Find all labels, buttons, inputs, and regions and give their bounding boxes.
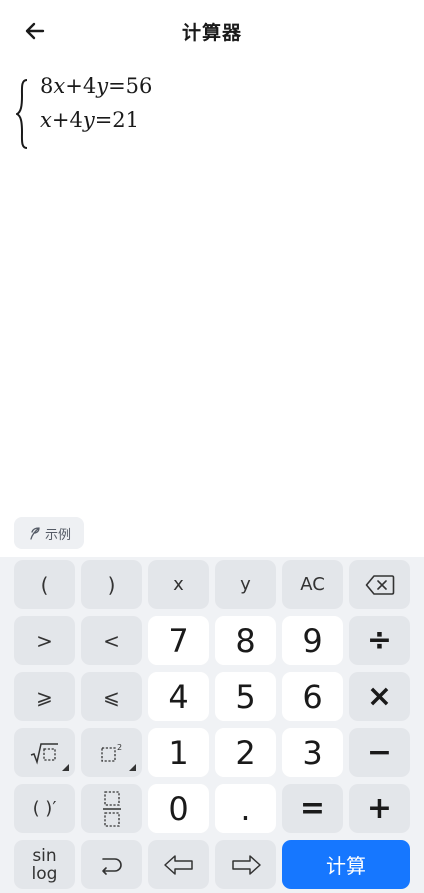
key-minus[interactable]: − bbox=[349, 728, 410, 777]
key-less-equal[interactable]: ⩽ bbox=[81, 672, 142, 721]
example-label: 示例 bbox=[44, 527, 71, 543]
key-label: . bbox=[240, 789, 251, 828]
key-label: = bbox=[299, 791, 326, 826]
equation-line-1: 8x+4y=56 bbox=[40, 74, 152, 98]
key-right-paren[interactable]: ) bbox=[81, 560, 142, 609]
equation-variable: x bbox=[40, 108, 52, 132]
example-button[interactable]: 示例 bbox=[14, 517, 84, 549]
key-equals[interactable]: = bbox=[282, 784, 343, 833]
key-greater-than[interactable]: > bbox=[14, 616, 75, 665]
key-power[interactable]: 2 bbox=[81, 728, 142, 777]
equation-text: +4 bbox=[51, 108, 83, 132]
key-left-paren[interactable]: ( bbox=[14, 560, 75, 609]
key-7[interactable]: 7 bbox=[148, 616, 209, 665]
key-label: < bbox=[103, 628, 120, 653]
key-label: 4 bbox=[168, 677, 189, 716]
calculate-button[interactable]: 计算 bbox=[282, 840, 410, 889]
equation-line-2: x+4y=21 bbox=[40, 108, 139, 132]
equation-variable: y bbox=[82, 108, 95, 132]
key-derivative[interactable]: ( )′ bbox=[14, 784, 75, 833]
power-icon: 2 bbox=[98, 741, 126, 765]
key-label: ( )′ bbox=[32, 798, 57, 819]
key-label: ÷ bbox=[366, 623, 393, 658]
key-fraction[interactable] bbox=[81, 784, 142, 833]
key-plus[interactable]: + bbox=[349, 784, 410, 833]
left-brace-symbol bbox=[16, 79, 28, 149]
key-label: 6 bbox=[302, 677, 323, 716]
fraction-icon bbox=[101, 790, 123, 828]
key-label: x bbox=[173, 574, 184, 595]
key-label: 7 bbox=[168, 621, 189, 660]
key-label: 2 bbox=[235, 733, 256, 772]
key-label: ⩾ bbox=[36, 684, 53, 709]
more-options-corner bbox=[62, 764, 69, 771]
key-all-clear[interactable]: AC bbox=[282, 560, 343, 609]
key-divide[interactable]: ÷ bbox=[349, 616, 410, 665]
more-options-corner bbox=[129, 764, 136, 771]
key-cursor-right[interactable] bbox=[215, 840, 276, 889]
key-label: AC bbox=[300, 574, 325, 595]
header: 计算器 bbox=[0, 0, 424, 62]
key-6[interactable]: 6 bbox=[282, 672, 343, 721]
calculate-label: 计算 bbox=[326, 854, 366, 878]
key-label: 9 bbox=[302, 621, 323, 660]
key-1[interactable]: 1 bbox=[148, 728, 209, 777]
key-3[interactable]: 3 bbox=[282, 728, 343, 777]
key-sin-log[interactable]: sin log bbox=[14, 840, 75, 889]
key-x[interactable]: x bbox=[148, 560, 209, 609]
key-label: × bbox=[366, 679, 393, 714]
key-label: 5 bbox=[235, 677, 256, 716]
return-arrow-icon bbox=[98, 854, 126, 876]
key-decimal-point[interactable]: . bbox=[215, 784, 276, 833]
square-root-icon bbox=[30, 741, 60, 765]
sin-log-label: sin log bbox=[32, 847, 58, 883]
key-cursor-left[interactable] bbox=[148, 840, 209, 889]
key-label: ( bbox=[40, 572, 49, 597]
key-2[interactable]: 2 bbox=[215, 728, 276, 777]
backspace-icon bbox=[365, 574, 395, 596]
key-label: 0 bbox=[168, 789, 189, 828]
key-label: − bbox=[366, 735, 393, 770]
key-newline[interactable] bbox=[81, 840, 142, 889]
equation-display[interactable]: 8x+4y=56 x+4y=21 bbox=[14, 70, 410, 160]
arrow-left-outline-icon bbox=[163, 854, 195, 876]
equation-text: =56 bbox=[108, 74, 153, 98]
key-4[interactable]: 4 bbox=[148, 672, 209, 721]
key-label: > bbox=[36, 628, 53, 653]
equation-text: 8 bbox=[40, 74, 54, 98]
key-y[interactable]: y bbox=[215, 560, 276, 609]
key-label: 8 bbox=[235, 621, 256, 660]
key-label: 1 bbox=[168, 733, 189, 772]
keypad: ( ) x y AC > < 7 8 9 ÷ ⩾ ⩽ 4 5 6 × 2 1 2… bbox=[0, 557, 424, 893]
log-label: log bbox=[31, 863, 58, 884]
sprout-icon bbox=[30, 527, 40, 540]
equation-variable: x bbox=[53, 74, 66, 98]
key-label: ) bbox=[107, 572, 116, 597]
key-square-root[interactable] bbox=[14, 728, 75, 777]
page-title: 计算器 bbox=[181, 22, 242, 44]
key-9[interactable]: 9 bbox=[282, 616, 343, 665]
sin-label: sin bbox=[32, 845, 57, 866]
key-8[interactable]: 8 bbox=[215, 616, 276, 665]
key-less-than[interactable]: < bbox=[81, 616, 142, 665]
key-greater-equal[interactable]: ⩾ bbox=[14, 672, 75, 721]
key-label: + bbox=[366, 791, 393, 826]
equation-text: +4 bbox=[65, 74, 97, 98]
key-5[interactable]: 5 bbox=[215, 672, 276, 721]
arrow-right-outline-icon bbox=[230, 854, 262, 876]
svg-text:2: 2 bbox=[117, 743, 122, 752]
key-label: 3 bbox=[302, 733, 323, 772]
key-multiply[interactable]: × bbox=[349, 672, 410, 721]
equation-variable: y bbox=[96, 74, 109, 98]
key-label: y bbox=[240, 574, 251, 595]
key-0[interactable]: 0 bbox=[148, 784, 209, 833]
equation-text: =21 bbox=[94, 108, 140, 132]
key-backspace[interactable] bbox=[349, 560, 410, 609]
key-label: ⩽ bbox=[103, 684, 120, 709]
